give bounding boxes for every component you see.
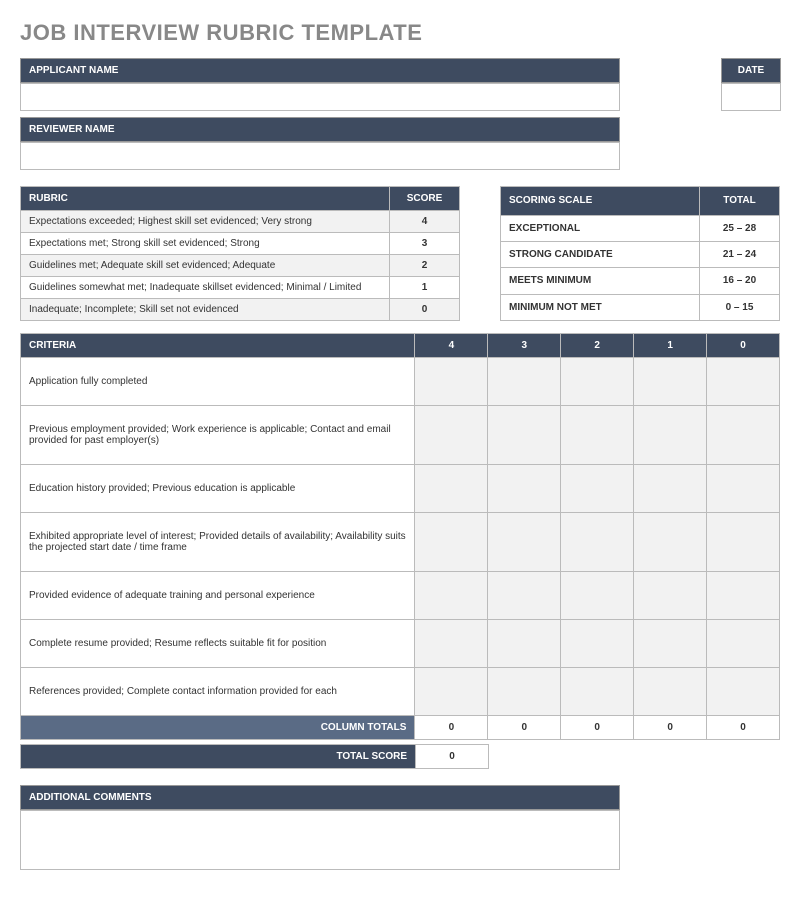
criteria-col-1: 1: [634, 334, 707, 358]
column-total: 0: [634, 716, 707, 740]
criteria-col-0: 0: [707, 334, 780, 358]
criteria-score-cell[interactable]: [707, 572, 780, 620]
rubric-desc: Guidelines somewhat met; Inadequate skil…: [21, 277, 390, 299]
additional-comments-label: ADDITIONAL COMMENTS: [20, 785, 620, 810]
scoring-scale-table: SCORING SCALE TOTAL EXCEPTIONAL25 – 28 S…: [500, 186, 780, 321]
criteria-score-cell[interactable]: [415, 465, 488, 513]
scale-label: MEETS MINIMUM: [501, 268, 700, 294]
scale-range: 21 – 24: [700, 242, 780, 268]
criteria-table: CRITERIA 4 3 2 1 0 Application fully com…: [20, 333, 780, 740]
rubric-score: 4: [390, 211, 460, 233]
scoring-scale-header: SCORING SCALE: [501, 187, 700, 216]
reviewer-name-label: REVIEWER NAME: [20, 117, 620, 142]
score-header: SCORE: [390, 187, 460, 211]
criteria-desc: Education history provided; Previous edu…: [21, 465, 415, 513]
date-label: DATE: [721, 58, 781, 83]
total-score-value: 0: [416, 745, 489, 769]
total-score-label: TOTAL SCORE: [21, 745, 416, 769]
additional-comments-input[interactable]: [20, 810, 620, 870]
criteria-score-cell[interactable]: [488, 358, 561, 406]
criteria-score-cell[interactable]: [634, 358, 707, 406]
rubric-score: 1: [390, 277, 460, 299]
rubric-table: RUBRIC SCORE Expectations exceeded; High…: [20, 186, 460, 321]
criteria-score-cell[interactable]: [561, 406, 634, 465]
criteria-score-cell[interactable]: [488, 513, 561, 572]
rubric-desc: Expectations exceeded; Highest skill set…: [21, 211, 390, 233]
column-total: 0: [415, 716, 488, 740]
criteria-score-cell[interactable]: [488, 572, 561, 620]
criteria-score-cell[interactable]: [488, 465, 561, 513]
criteria-col-2: 2: [561, 334, 634, 358]
scale-range: 25 – 28: [700, 215, 780, 241]
criteria-score-cell[interactable]: [415, 572, 488, 620]
rubric-score: 2: [390, 255, 460, 277]
column-total: 0: [488, 716, 561, 740]
criteria-score-cell[interactable]: [707, 358, 780, 406]
criteria-score-cell[interactable]: [488, 620, 561, 668]
reviewer-name-input[interactable]: [20, 142, 620, 170]
scale-label: STRONG CANDIDATE: [501, 242, 700, 268]
criteria-score-cell[interactable]: [634, 620, 707, 668]
criteria-score-cell[interactable]: [488, 668, 561, 716]
scale-label: EXCEPTIONAL: [501, 215, 700, 241]
scale-range: 0 – 15: [700, 294, 780, 320]
rubric-score: 0: [390, 299, 460, 321]
rubric-score: 3: [390, 233, 460, 255]
criteria-score-cell[interactable]: [415, 668, 488, 716]
date-input[interactable]: [721, 83, 781, 111]
criteria-score-cell[interactable]: [561, 572, 634, 620]
criteria-score-cell[interactable]: [561, 668, 634, 716]
scale-range: 16 – 20: [700, 268, 780, 294]
criteria-score-cell[interactable]: [707, 620, 780, 668]
criteria-score-cell[interactable]: [561, 358, 634, 406]
criteria-score-cell[interactable]: [634, 668, 707, 716]
column-totals-label: COLUMN TOTALS: [21, 716, 415, 740]
criteria-score-cell[interactable]: [634, 513, 707, 572]
criteria-score-cell[interactable]: [415, 358, 488, 406]
criteria-score-cell[interactable]: [707, 465, 780, 513]
criteria-score-cell[interactable]: [634, 406, 707, 465]
criteria-score-cell[interactable]: [488, 406, 561, 465]
criteria-score-cell[interactable]: [415, 406, 488, 465]
criteria-score-cell[interactable]: [634, 572, 707, 620]
criteria-desc: References provided; Complete contact in…: [21, 668, 415, 716]
criteria-desc: Previous employment provided; Work exper…: [21, 406, 415, 465]
criteria-score-cell[interactable]: [707, 668, 780, 716]
criteria-desc: Complete resume provided; Resume reflect…: [21, 620, 415, 668]
criteria-score-cell[interactable]: [415, 620, 488, 668]
criteria-score-cell[interactable]: [415, 513, 488, 572]
rubric-header: RUBRIC: [21, 187, 390, 211]
criteria-desc: Provided evidence of adequate training a…: [21, 572, 415, 620]
criteria-col-4: 4: [415, 334, 488, 358]
total-score-table: TOTAL SCORE 0: [20, 744, 489, 769]
criteria-score-cell[interactable]: [561, 465, 634, 513]
criteria-header: CRITERIA: [21, 334, 415, 358]
column-total: 0: [561, 716, 634, 740]
column-total: 0: [707, 716, 780, 740]
page-title: JOB INTERVIEW RUBRIC TEMPLATE: [20, 20, 781, 46]
criteria-score-cell[interactable]: [707, 406, 780, 465]
rubric-desc: Expectations met; Strong skill set evide…: [21, 233, 390, 255]
criteria-desc: Application fully completed: [21, 358, 415, 406]
scale-label: MINIMUM NOT MET: [501, 294, 700, 320]
rubric-desc: Inadequate; Incomplete; Skill set not ev…: [21, 299, 390, 321]
criteria-score-cell[interactable]: [561, 620, 634, 668]
applicant-name-input[interactable]: [20, 83, 620, 111]
criteria-score-cell[interactable]: [561, 513, 634, 572]
applicant-name-label: APPLICANT NAME: [20, 58, 620, 83]
criteria-desc: Exhibited appropriate level of interest;…: [21, 513, 415, 572]
rubric-desc: Guidelines met; Adequate skill set evide…: [21, 255, 390, 277]
criteria-score-cell[interactable]: [707, 513, 780, 572]
total-header: TOTAL: [700, 187, 780, 216]
criteria-col-3: 3: [488, 334, 561, 358]
criteria-score-cell[interactable]: [634, 465, 707, 513]
